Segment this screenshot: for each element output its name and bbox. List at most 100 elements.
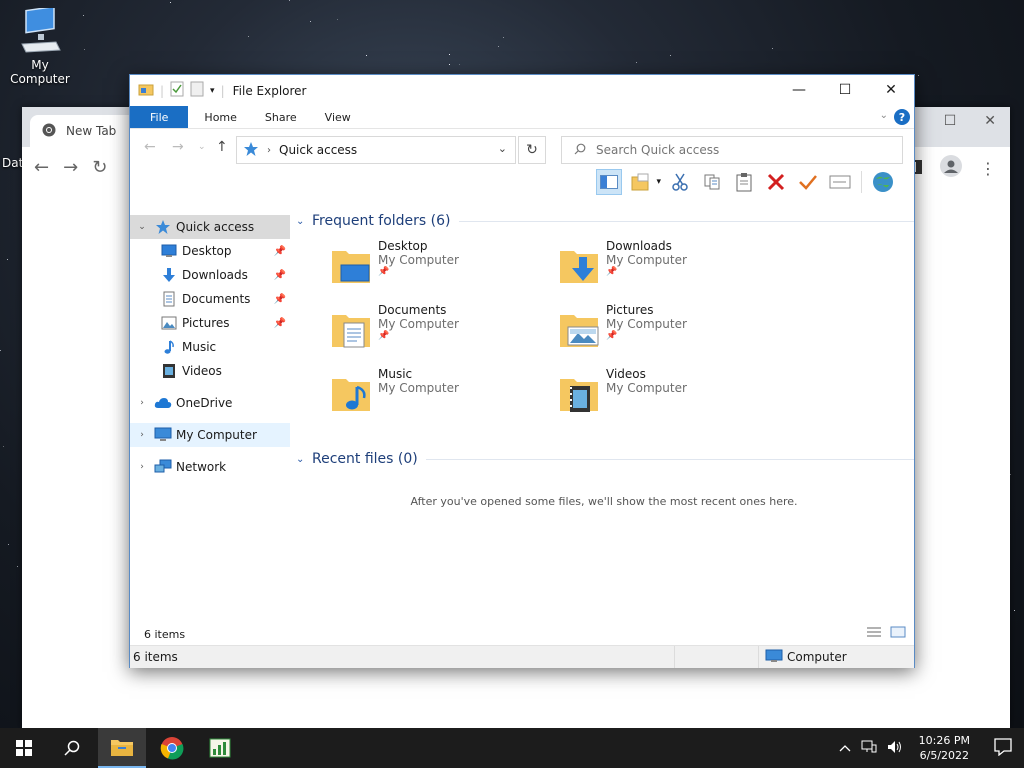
large-icons-view-icon[interactable] [890,626,906,641]
help-icon[interactable]: ? [894,109,910,125]
chrome-back-icon[interactable]: ← [34,157,49,178]
pin-icon[interactable]: 📌 [274,270,286,281]
action-center-icon[interactable] [994,738,1012,759]
item-count: 6 items [144,627,186,641]
desktop-icon-my-computer[interactable]: My Computer [0,5,80,86]
tab-share[interactable]: Share [251,106,311,128]
chrome-reload-icon[interactable]: ↻ [92,157,107,178]
expand-chevron-icon[interactable]: ⌄ [136,222,148,232]
folder-tile[interactable]: Music My Computer [330,367,558,431]
maximize-button[interactable]: ☐ [822,75,868,105]
chrome-maximize-icon[interactable]: ☐ [944,113,957,129]
collapse-chevron-icon[interactable]: ⌄ [296,216,310,227]
start-button[interactable] [0,728,48,768]
chrome-profile-icon[interactable] [940,155,962,181]
file-explorer-window[interactable]: | ▾ | File Explorer — ☐ ✕ File Home Shar… [129,74,915,668]
refresh-button[interactable]: ↻ [518,136,546,164]
qat-customize-icon[interactable]: ▾ [210,86,215,96]
new-item-dropdown-icon[interactable]: ▾ [656,177,661,187]
forward-icon[interactable]: → [172,139,184,155]
music-icon [160,339,178,355]
expand-chevron-icon[interactable]: › [136,462,148,472]
frequent-folders-header[interactable]: ⌄ Frequent folders (6) [296,209,914,233]
folder-tile[interactable]: Desktop My Computer 📌 [330,239,558,303]
nav-desktop[interactable]: Desktop 📌 [130,239,290,263]
taskbar-spreadsheet-app[interactable] [196,728,244,768]
star [1014,610,1015,611]
recent-locations-icon[interactable]: ⌄ [198,142,206,152]
new-item-button[interactable] [628,169,654,195]
up-icon[interactable]: ↑ [216,139,228,155]
chrome-menu-icon[interactable]: ⋮ [980,159,996,178]
nav-videos[interactable]: Videos [130,359,290,383]
address-bar[interactable]: › Quick access ⌄ [236,136,516,164]
nav-my-computer[interactable]: › My Computer [130,423,290,447]
rename-button[interactable] [827,169,853,195]
folder-tile[interactable]: Pictures My Computer 📌 [558,303,786,367]
tab-view[interactable]: View [311,106,365,128]
qat-separator: | [160,83,165,98]
network-icon [154,459,172,475]
nav-pictures[interactable]: Pictures 📌 [130,311,290,335]
cut-button[interactable] [667,169,693,195]
nav-downloads[interactable]: Downloads 📌 [130,263,290,287]
network-tray-icon[interactable] [861,740,877,757]
taskbar-chrome[interactable] [148,728,196,768]
chrome-close-icon[interactable]: ✕ [984,113,996,129]
computer-icon [154,427,172,443]
search-button[interactable] [48,728,96,768]
nav-music[interactable]: Music [130,335,290,359]
folder-location: My Computer [606,381,687,395]
collapse-chevron-icon[interactable]: ⌄ [296,454,310,465]
address-text: Quick access [279,143,358,157]
pin-icon[interactable]: 📌 [274,246,286,257]
expand-chevron-icon[interactable]: › [136,398,148,408]
globe-icon[interactable] [870,169,896,195]
details-view-icon[interactable] [866,626,882,641]
folder-name: Documents [378,303,447,317]
search-box[interactable] [561,136,903,164]
select-check-button[interactable] [795,169,821,195]
title-bar[interactable]: | ▾ | File Explorer — ☐ ✕ [130,75,914,106]
clock[interactable]: 10:26 PM 6/5/2022 [919,733,970,763]
properties-icon[interactable] [170,81,184,100]
nav-onedrive[interactable]: › OneDrive [130,391,290,415]
folder-location: My Computer [378,253,459,267]
videos-icon [160,363,178,379]
recent-files-header[interactable]: ⌄ Recent files (0) [296,447,914,471]
tab-home[interactable]: Home [190,106,250,128]
taskbar-file-explorer[interactable] [98,728,146,768]
search-input[interactable] [596,143,896,157]
address-bar-row: ← → ⌄ ↑ › Quick access ⌄ ↻ [130,129,914,167]
tab-file[interactable]: File [130,106,189,128]
minimize-button[interactable]: — [776,75,822,105]
explorer-app-icon[interactable] [138,81,154,100]
show-hidden-icons-chevron[interactable] [839,741,851,755]
file-explorer-icon [111,740,133,756]
folder-tile[interactable]: Downloads My Computer 📌 [558,239,786,303]
expand-chevron-icon[interactable]: › [136,430,148,440]
nav-item-label: Videos [182,364,222,378]
folder-name: Music [378,367,413,381]
breadcrumb-chevron-icon[interactable]: › [267,145,271,156]
back-icon[interactable]: ← [144,139,156,155]
paste-button[interactable] [731,169,757,195]
nav-network[interactable]: › Network [130,455,290,479]
quick-access-star-icon [243,141,259,160]
volume-icon[interactable] [887,740,903,757]
close-button[interactable]: ✕ [868,75,914,105]
chrome-forward-icon[interactable]: → [63,157,78,178]
copy-button[interactable] [699,169,725,195]
address-dropdown-icon[interactable]: ⌄ [498,142,507,155]
nav-documents[interactable]: Documents 📌 [130,287,290,311]
folder-tile[interactable]: Videos My Computer [558,367,786,431]
new-folder-qat-icon[interactable] [190,81,204,100]
delete-button[interactable] [763,169,789,195]
pin-icon[interactable]: 📌 [274,318,286,329]
pin-icon[interactable]: 📌 [274,294,286,305]
folder-tile[interactable]: Documents My Computer 📌 [330,303,558,367]
ribbon-expand-icon[interactable]: ⌄ [880,110,888,121]
nav-quick-access[interactable]: ⌄ Quick access [130,215,290,239]
pin-icon: 📌 [606,267,618,277]
navigation-pane-button[interactable] [596,169,623,195]
